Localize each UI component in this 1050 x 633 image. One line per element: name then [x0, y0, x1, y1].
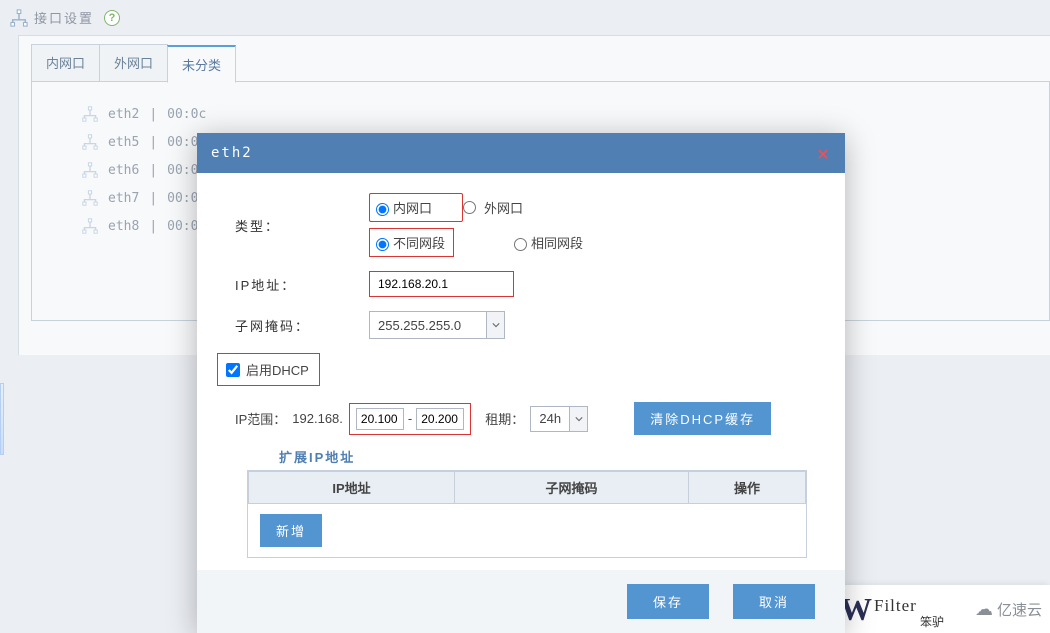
dialog-body: 类型： 内网口 外网口 不同网段 相同网段 IP地址：	[197, 173, 845, 570]
dhcp-enable-label: 启用DHCP	[246, 360, 309, 379]
radio-same-input[interactable]	[514, 238, 527, 251]
radio-lan[interactable]: 内网口	[376, 198, 432, 217]
iface-name: eth5	[108, 135, 139, 150]
ip-range-group: -	[349, 403, 471, 435]
tab-wan[interactable]: 外网口	[99, 44, 168, 82]
network-icon	[82, 134, 98, 150]
lease-value: 24h	[530, 406, 570, 432]
network-icon	[82, 190, 98, 206]
iface-name: eth7	[108, 191, 139, 206]
page-title: 接口设置	[34, 8, 94, 27]
iface-mac: 00:0c	[167, 107, 206, 122]
chevron-down-icon[interactable]	[487, 311, 505, 339]
ext-ip-section-title: 扩展IP地址	[279, 447, 807, 466]
ip-range-start-input[interactable]	[356, 408, 404, 430]
range-prefix: 192.168.	[292, 411, 343, 426]
col-op: 操作	[689, 472, 806, 504]
label-type: 类型：	[235, 216, 369, 235]
radio-diff-segment[interactable]: 不同网段	[376, 233, 445, 252]
close-icon[interactable]: ✕	[817, 143, 831, 163]
label-ip-range: IP范围：	[235, 409, 286, 428]
radio-same-segment[interactable]: 相同网段	[514, 233, 583, 252]
page-header: 接口设置 ?	[0, 0, 1050, 35]
row-dhcp-range: IP范围： 192.168. - 租期： 24h 清除DHCP缓存	[235, 402, 807, 435]
row-mask: 子网掩码： 255.255.255.0	[235, 311, 807, 339]
save-button[interactable]: 保存	[627, 584, 709, 619]
col-ip: IP地址	[249, 472, 455, 504]
network-icon	[10, 9, 28, 27]
label-mask: 子网掩码：	[235, 316, 369, 335]
network-icon	[82, 162, 98, 178]
tab-uncategorized[interactable]: 未分类	[167, 45, 236, 83]
ip-range-end-input[interactable]	[416, 408, 464, 430]
interface-config-dialog: eth2 ✕ 类型： 内网口 外网口 不同网段 相同网段	[197, 133, 845, 633]
radio-diff-input[interactable]	[376, 238, 389, 251]
iface-name: eth2	[108, 107, 139, 122]
label-lease: 租期：	[485, 409, 524, 428]
ip-address-input[interactable]	[369, 271, 514, 297]
chevron-down-icon[interactable]	[570, 406, 588, 432]
radio-wan[interactable]: 外网口	[463, 194, 523, 221]
yisu-logo: ☁ 亿速云	[975, 599, 1042, 620]
iface-name: eth8	[108, 219, 139, 234]
dialog-footer: 保存 取消	[197, 570, 845, 633]
dialog-title: eth2	[211, 145, 253, 161]
ext-ip-table-wrap: IP地址 子网掩码 操作 新增	[247, 470, 807, 558]
subnet-mask-select[interactable]: 255.255.255.0	[369, 311, 505, 339]
row-ip: IP地址：	[235, 271, 807, 297]
list-item[interactable]: eth2|00:0c	[82, 100, 1049, 128]
iface-name: eth6	[108, 163, 139, 178]
help-icon[interactable]: ?	[104, 10, 120, 26]
radio-lan-input[interactable]	[376, 203, 389, 216]
clear-dhcp-cache-button[interactable]: 清除DHCP缓存	[634, 402, 771, 435]
tab-strip: 内网口 外网口 未分类	[19, 44, 1050, 82]
cancel-button[interactable]: 取消	[733, 584, 815, 619]
dhcp-enable-checkbox[interactable]	[226, 363, 240, 377]
row-type: 类型： 内网口 外网口 不同网段 相同网段	[235, 193, 807, 257]
watermark: W Filter 笨驴 ☁ 亿速云	[832, 585, 1050, 633]
ext-ip-table: IP地址 子网掩码 操作	[248, 471, 806, 504]
lease-select[interactable]: 24h	[530, 406, 588, 432]
label-ip: IP地址：	[235, 275, 369, 294]
dhcp-enable-checkbox-wrap[interactable]: 启用DHCP	[217, 353, 320, 386]
dialog-titlebar[interactable]: eth2 ✕	[197, 133, 845, 173]
radio-wan-input[interactable]	[463, 201, 476, 214]
tab-lan[interactable]: 内网口	[31, 44, 100, 82]
left-accent	[0, 383, 4, 455]
subnet-mask-value: 255.255.255.0	[369, 311, 487, 339]
network-icon	[82, 218, 98, 234]
wfilter-logo: W Filter 笨驴	[840, 591, 944, 628]
add-ext-ip-button[interactable]: 新增	[260, 514, 322, 547]
network-icon	[82, 106, 98, 122]
col-mask: 子网掩码	[455, 472, 689, 504]
cloud-icon: ☁	[975, 599, 993, 620]
